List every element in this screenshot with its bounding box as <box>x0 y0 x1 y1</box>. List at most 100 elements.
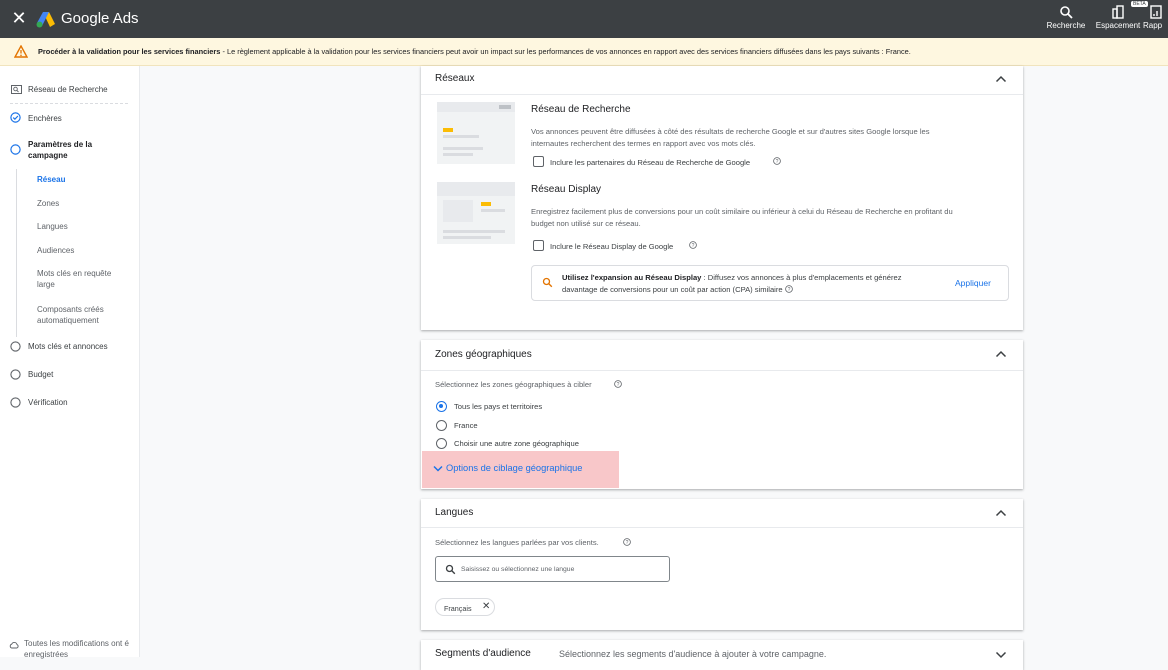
languages-title: Langues <box>435 507 474 518</box>
sidebar-divider <box>10 103 128 104</box>
chevron-down-icon[interactable] <box>995 651 1007 659</box>
search-network-title: Réseau de Recherche <box>531 104 631 115</box>
expansion-line1: : Diffusez vos annonces à plus d'emplace… <box>701 273 902 282</box>
search-partners-checkbox[interactable] <box>533 156 544 167</box>
circle-icon <box>10 397 21 408</box>
save-status-line2: enregistrées <box>24 650 69 659</box>
banner-text: Procéder à la validation pour les servic… <box>38 47 911 56</box>
search-desc-line2: internautes recherchent des termes en ra… <box>531 139 756 148</box>
spacing-icon <box>1112 5 1124 19</box>
audience-title: Segments d'audience <box>435 648 531 659</box>
sidebar-item-search-network[interactable]: Réseau de Recherche <box>28 84 108 95</box>
help-icon[interactable]: ? <box>623 538 631 546</box>
close-icon[interactable]: ✕ <box>10 9 28 27</box>
expansion-line2: davantage de conversions pour un coût pa… <box>562 285 783 294</box>
campaign-settings-line1: Paramètres de la <box>28 140 93 149</box>
broad-match-line2: large <box>37 280 55 289</box>
reports-icon <box>1150 5 1162 19</box>
sidebar-item-review[interactable]: Vérification <box>28 397 68 408</box>
display-desc-line1: Enregistrez facilement plus de conversio… <box>531 207 953 216</box>
language-search-input[interactable]: Saisissez ou sélectionnez une langue <box>435 556 670 582</box>
geo-card: Zones géographiques Sélectionnez les zon… <box>421 340 1023 489</box>
search-network-icon <box>11 85 22 94</box>
radio-france[interactable] <box>436 420 447 431</box>
sidebar-sub-auto-assets[interactable]: Composants créés automatiquement <box>37 304 104 326</box>
audience-desc: Sélectionnez les segments d'audience à a… <box>559 649 827 659</box>
radio-france-label: France <box>454 421 478 430</box>
sidebar-sub-zones[interactable]: Zones <box>37 198 59 209</box>
circle-icon <box>10 144 21 155</box>
help-icon[interactable]: ? <box>784 285 793 293</box>
help-icon[interactable]: ? <box>773 157 781 165</box>
networks-divider <box>421 94 1023 95</box>
svg-text:?: ? <box>776 159 779 165</box>
apply-button[interactable]: Appliquer <box>955 278 991 288</box>
chevron-up-icon[interactable] <box>995 75 1007 83</box>
geo-select-label: Sélectionnez les zones géographiques à c… <box>435 380 592 389</box>
sidebar-sub-broad-match[interactable]: Mots clés en requête large <box>37 268 111 290</box>
sidebar-sub-audiences[interactable]: Audiences <box>37 245 74 256</box>
svg-text:?: ? <box>787 287 790 293</box>
campaign-settings-line2: campagne <box>28 151 68 160</box>
search-icon <box>542 277 553 288</box>
search-icon <box>445 564 456 575</box>
radio-other-location[interactable] <box>436 438 447 449</box>
banner-body: - Le règlement applicable à la validatio… <box>220 47 911 56</box>
display-network-title: Réseau Display <box>531 184 602 195</box>
spacing-action[interactable]: Espacement <box>1093 5 1143 30</box>
circle-icon <box>10 369 21 380</box>
languages-divider <box>421 527 1023 528</box>
app-title: Google Ads <box>61 10 139 27</box>
svg-text:?: ? <box>692 243 695 249</box>
radio-all-countries-label: Tous les pays et territoires <box>454 402 543 411</box>
auto-assets-line2: automatiquement <box>37 316 99 325</box>
sidebar-item-keywords-ads[interactable]: Mots clés et annonces <box>28 341 108 352</box>
cloud-saved-icon <box>9 642 19 649</box>
spacing-action-label: Espacement <box>1095 21 1141 30</box>
sidebar-item-budget[interactable]: Budget <box>28 369 53 380</box>
display-network-illustration <box>437 182 515 244</box>
geo-targeting-options-label: Options de ciblage géographique <box>446 463 583 473</box>
radio-other-location-label: Choisir une autre zone géographique <box>454 439 579 448</box>
geo-title: Zones géographiques <box>435 349 532 360</box>
sidebar: Réseau de Recherche Enchères Paramètres … <box>0 66 140 659</box>
search-action-label: Recherche <box>1046 21 1086 30</box>
search-network-desc: Vos annonces peuvent être diffusées à cô… <box>531 126 1011 150</box>
search-action[interactable]: Recherche <box>1041 5 1091 30</box>
search-partners-label: Inclure les partenaires du Réseau de Rec… <box>550 158 751 167</box>
google-ads-logo <box>36 12 55 28</box>
languages-card: Langues Sélectionnez les langues parlées… <box>421 499 1023 630</box>
chevron-up-icon[interactable] <box>995 350 1007 358</box>
sidebar-sub-languages[interactable]: Langues <box>37 221 68 232</box>
search-icon <box>1060 6 1073 19</box>
save-status-line1: Toutes les modifications ont é <box>24 639 129 648</box>
sidebar-item-bidding[interactable]: Enchères <box>28 113 62 124</box>
circle-icon <box>10 341 21 352</box>
geo-divider <box>421 370 1023 371</box>
language-search-placeholder: Saisissez ou sélectionnez une langue <box>461 566 575 573</box>
search-desc-line1: Vos annonces peuvent être diffusées à cô… <box>531 127 930 136</box>
check-circle-icon <box>10 112 21 123</box>
display-network-label: Inclure le Réseau Display de Google <box>550 242 674 251</box>
sidebar-item-campaign-settings[interactable]: Paramètres de la campagne <box>28 139 92 161</box>
banner-bold[interactable]: Procéder à la validation pour les servic… <box>38 47 220 56</box>
chevron-down-icon <box>433 465 443 472</box>
expansion-bold: Utilisez l'expansion au Réseau Display <box>562 273 702 282</box>
languages-select-label: Sélectionnez les langues parlées par vos… <box>435 538 599 547</box>
geo-targeting-options-toggle[interactable]: Options de ciblage géographique <box>422 451 619 488</box>
display-network-checkbox[interactable] <box>533 240 544 251</box>
expansion-text: Utilisez l'expansion au Réseau Display :… <box>562 272 932 296</box>
radio-all-countries[interactable] <box>436 401 447 412</box>
help-icon[interactable]: ? <box>614 380 622 388</box>
warning-icon <box>14 45 28 58</box>
networks-title: Réseaux <box>435 73 475 84</box>
broad-match-line1: Mots clés en requête <box>37 269 112 278</box>
help-icon[interactable]: ? <box>689 241 697 249</box>
sidebar-sub-network[interactable]: Réseau <box>37 174 65 185</box>
svg-text:?: ? <box>617 382 620 388</box>
close-icon[interactable]: ✕ <box>482 601 490 612</box>
reports-action[interactable]: Rapp <box>1143 5 1168 30</box>
display-expansion-suggestion: Utilisez l'expansion au Réseau Display :… <box>531 265 1009 301</box>
auto-assets-line1: Composants créés <box>37 305 104 314</box>
chevron-up-icon[interactable] <box>995 509 1007 517</box>
